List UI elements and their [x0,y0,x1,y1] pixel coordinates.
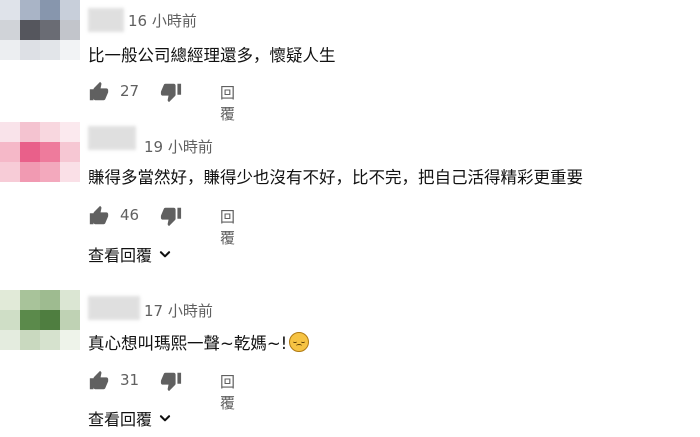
author-name-redacted[interactable] [88,296,140,320]
chevron-down-icon [159,415,171,422]
like-count: 27 [120,82,140,100]
comment-text: 真心想叫瑪熙一聲~乾媽~! [88,330,310,354]
comment-time[interactable]: 19 小時前 [144,136,213,157]
thumbs-down-icon [160,207,182,227]
chevron-down-icon [159,251,171,258]
thumbs-up-icon [89,81,109,101]
avatar[interactable] [0,290,80,370]
dislike-button[interactable] [160,369,182,393]
avatar[interactable] [0,122,80,202]
comment-1: 16 小時前 比一般公司總經理還多，懷疑人生 27 回覆 [0,0,700,123]
comment-text: 賺得多當然好，賺得少也沒有不好，比不完，把自己活得精彩更重要 [88,168,583,187]
view-replies-label: 查看回覆 [88,410,153,429]
reply-button[interactable]: 回覆 [220,371,235,413]
author-name-redacted[interactable] [88,126,136,150]
thumbs-down-icon [160,372,182,392]
comment-text: 比一般公司總經理還多，懷疑人生 [88,46,336,65]
thumbs-down-icon [160,83,182,103]
thumbs-up-icon [89,205,109,225]
dislike-button[interactable] [160,204,182,228]
avatar[interactable] [0,0,80,80]
like-count: 46 [120,206,140,224]
comment-text-content: 真心想叫瑪熙一聲~乾媽~! [88,334,288,353]
comment-3: 17 小時前 真心想叫瑪熙一聲~乾媽~! 31 回覆 查看回覆 [0,290,700,437]
view-replies-label: 查看回覆 [88,246,153,265]
view-replies-button[interactable]: 查看回覆 [88,406,172,430]
comment-2: 19 小時前 賺得多當然好，賺得少也沒有不好，比不完，把自己活得精彩更重要 46… [0,122,700,272]
comment-time[interactable]: 16 小時前 [128,10,197,31]
view-replies-button[interactable]: 查看回覆 [88,242,172,266]
pleading-face-emoji [289,332,310,352]
like-button[interactable] [88,204,110,228]
like-button[interactable] [88,80,110,104]
author-name-redacted[interactable] [88,8,124,32]
reply-button[interactable]: 回覆 [220,82,235,124]
comment-time[interactable]: 17 小時前 [144,300,213,321]
reply-button[interactable]: 回覆 [220,206,235,248]
like-button[interactable] [88,369,110,393]
thumbs-up-icon [89,370,109,390]
dislike-button[interactable] [160,80,182,104]
like-count: 31 [120,371,140,389]
